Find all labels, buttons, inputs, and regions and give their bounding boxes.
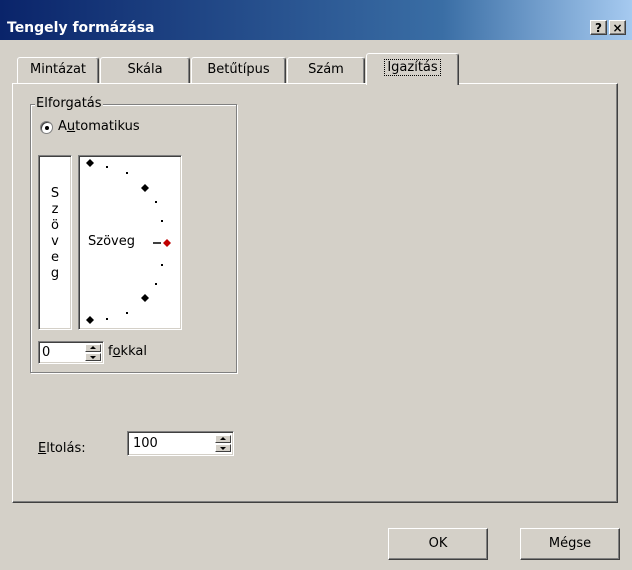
tab-number-label: Szám [308, 62, 344, 77]
offset-value[interactable]: 100 [133, 436, 158, 452]
arrow-up-icon [90, 346, 96, 349]
automatic-radio[interactable] [40, 121, 53, 134]
dial-pointer-marker [163, 239, 171, 247]
offset-spinner[interactable]: 100 [127, 431, 234, 456]
close-icon: × [612, 21, 623, 35]
rotation-group-label: Elforgatás [35, 95, 103, 112]
dial-marker [141, 294, 149, 302]
tab-alignment[interactable]: Igazítás [366, 53, 459, 85]
title-bar[interactable]: Tengely formázása ? × [0, 0, 632, 40]
dial-top-marker [86, 159, 94, 167]
tab-number[interactable]: Szám [287, 57, 365, 84]
window-title: Tengely formázása [7, 20, 155, 36]
dial-text-sample: Szöveg [88, 234, 135, 249]
offset-down-button[interactable] [215, 444, 231, 452]
help-icon: ? [595, 21, 602, 35]
degrees-spinner[interactable]: 0 [38, 341, 104, 364]
tab-pattern-label: Mintázat [29, 62, 87, 77]
dial-bottom-marker [86, 316, 94, 324]
degrees-up-button[interactable] [85, 344, 101, 352]
cancel-button[interactable]: Mégse [520, 528, 620, 560]
radio-checked-dot [45, 126, 49, 130]
ok-button-label: OK [428, 536, 448, 551]
vertical-text-orientation[interactable]: S z ö v e g [38, 155, 72, 330]
dial-marker [141, 184, 149, 192]
dial-dot [106, 166, 108, 168]
arrow-down-icon [220, 447, 226, 450]
dial-dot [155, 201, 157, 203]
dial-dot [106, 318, 108, 320]
tab-font[interactable]: Betűtípus [191, 57, 286, 84]
help-button[interactable]: ? [590, 20, 607, 35]
close-button[interactable]: × [609, 20, 626, 35]
orientation-dial[interactable]: Szöveg [78, 155, 182, 330]
dial-dot [126, 172, 128, 174]
dial-dot [161, 220, 163, 222]
arrow-down-icon [90, 356, 96, 359]
ok-button[interactable]: OK [388, 528, 488, 560]
offset-label: Eltolás: [38, 441, 86, 456]
dial-dot [155, 283, 157, 285]
degrees-label: fokkal [108, 344, 147, 359]
degrees-down-button[interactable] [85, 353, 101, 361]
tab-scale-label: Skála [127, 62, 163, 77]
vertical-text-sample: S z ö v e g [50, 186, 60, 281]
degrees-value[interactable]: 0 [42, 345, 50, 361]
dial-dot [161, 264, 163, 266]
tab-font-label: Betűtípus [207, 62, 270, 77]
cancel-button-label: Mégse [548, 536, 592, 551]
tab-scale[interactable]: Skála [100, 57, 190, 84]
dial-dot [126, 312, 128, 314]
tab-alignment-label: Igazítás [384, 59, 441, 76]
offset-up-button[interactable] [215, 435, 231, 443]
automatic-radio-label[interactable]: Automatikus [58, 118, 140, 136]
tab-pattern[interactable]: Mintázat [17, 57, 99, 84]
arrow-up-icon [220, 437, 226, 440]
